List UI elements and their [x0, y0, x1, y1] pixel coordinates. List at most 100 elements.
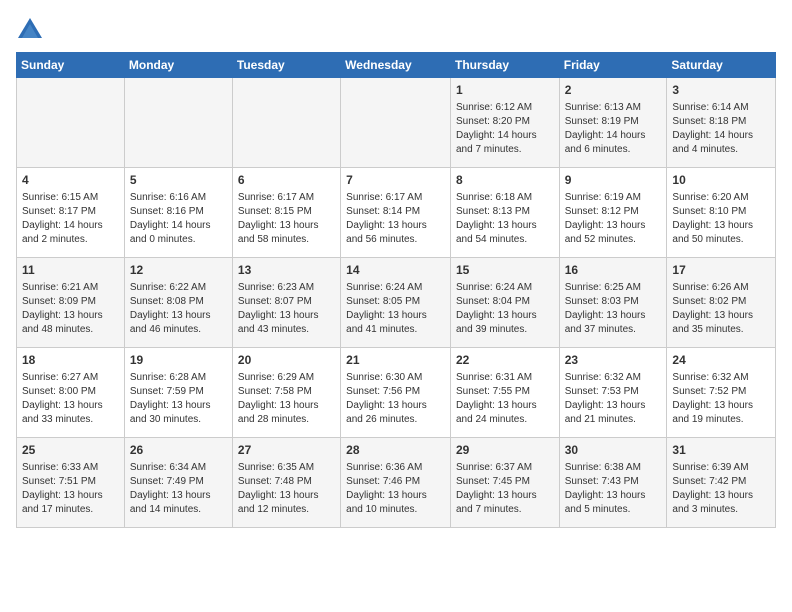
cell-sun-info: Sunrise: 6:35 AM Sunset: 7:48 PM Dayligh…: [238, 461, 335, 517]
cell-sun-info: Sunrise: 6:12 AM Sunset: 8:20 PM Dayligh…: [456, 101, 554, 157]
cell-sun-info: Sunrise: 6:19 AM Sunset: 8:12 PM Dayligh…: [565, 191, 662, 247]
page-header: [16, 16, 776, 44]
day-number: 19: [130, 352, 227, 369]
calendar-cell: 12Sunrise: 6:22 AM Sunset: 8:08 PM Dayli…: [124, 258, 232, 348]
day-number: 10: [672, 172, 770, 189]
calendar-cell: 18 Sunrise: 6:27 AM Sunset: 8:00 PM Dayli…: [17, 348, 125, 438]
calendar-cell: 14 Sunrise: 6:24 AM Sunset: 8:05 PM Dayli…: [341, 258, 451, 348]
day-number: 24: [672, 352, 770, 369]
calendar-week-row: 11Sunrise: 6:21 AM Sunset: 8:09 PM Dayli…: [17, 258, 776, 348]
cell-sun-info: Sunrise: 6:17 AM Sunset: 8:15 PM Dayligh…: [238, 191, 335, 247]
cell-sun-info: Sunrise: 6:33 AM Sunset: 7:51 PM Dayligh…: [22, 461, 119, 517]
cell-sun-info: Sunrise: 6:20 AM Sunset: 8:10 PM Dayligh…: [672, 191, 770, 247]
calendar-cell: 15 Sunrise: 6:24 AM Sunset: 8:04 PM Dayli…: [450, 258, 559, 348]
cell-sun-info: Sunrise: 6:23 AM Sunset: 8:07 PM Dayligh…: [238, 281, 335, 337]
day-number: 4: [22, 172, 119, 189]
cell-sun-info: Sunrise: 6:37 AM Sunset: 7:45 PM Dayligh…: [456, 461, 554, 517]
logo: [16, 16, 48, 44]
calendar-cell: 26Sunrise: 6:34 AM Sunset: 7:49 PM Dayli…: [124, 438, 232, 528]
cell-sun-info: Sunrise: 6:27 AM Sunset: 8:00 PM Dayligh…: [22, 371, 119, 427]
day-number: 5: [130, 172, 227, 189]
day-number: 31: [672, 442, 770, 459]
day-number: 25: [22, 442, 119, 459]
cell-sun-info: Sunrise: 6:32 AM Sunset: 7:53 PM Dayligh…: [565, 371, 662, 427]
cell-sun-info: Sunrise: 6:29 AM Sunset: 7:58 PM Dayligh…: [238, 371, 335, 427]
cell-sun-info: Sunrise: 6:16 AM Sunset: 8:16 PM Dayligh…: [130, 191, 227, 247]
cell-sun-info: Sunrise: 6:28 AM Sunset: 7:59 PM Dayligh…: [130, 371, 227, 427]
calendar-cell: 7Sunrise: 6:17 AM Sunset: 8:14 PM Daylig…: [341, 168, 451, 258]
calendar-cell: 8Sunrise: 6:18 AM Sunset: 8:13 PM Daylig…: [450, 168, 559, 258]
calendar-cell: 10 Sunrise: 6:20 AM Sunset: 8:10 PM Dayli…: [667, 168, 776, 258]
day-number: 18: [22, 352, 119, 369]
day-number: 17: [672, 262, 770, 279]
cell-sun-info: Sunrise: 6:38 AM Sunset: 7:43 PM Dayligh…: [565, 461, 662, 517]
calendar-cell: 20 Sunrise: 6:29 AM Sunset: 7:58 PM Dayli…: [232, 348, 340, 438]
day-number: 28: [346, 442, 445, 459]
cell-sun-info: Sunrise: 6:32 AM Sunset: 7:52 PM Dayligh…: [672, 371, 770, 427]
col-header-thursday: Thursday: [450, 53, 559, 78]
cell-sun-info: Sunrise: 6:26 AM Sunset: 8:02 PM Dayligh…: [672, 281, 770, 337]
day-number: 3: [672, 82, 770, 99]
col-header-friday: Friday: [559, 53, 667, 78]
calendar-cell: [232, 78, 340, 168]
cell-sun-info: Sunrise: 6:24 AM Sunset: 8:05 PM Dayligh…: [346, 281, 445, 337]
calendar-week-row: 18 Sunrise: 6:27 AM Sunset: 8:00 PM Dayli…: [17, 348, 776, 438]
cell-sun-info: Sunrise: 6:25 AM Sunset: 8:03 PM Dayligh…: [565, 281, 662, 337]
calendar-cell: [341, 78, 451, 168]
cell-sun-info: Sunrise: 6:24 AM Sunset: 8:04 PM Dayligh…: [456, 281, 554, 337]
calendar-week-row: 1 Sunrise: 6:12 AM Sunset: 8:20 PM Daylig…: [17, 78, 776, 168]
day-number: 23: [565, 352, 662, 369]
calendar-cell: 19 Sunrise: 6:28 AM Sunset: 7:59 PM Dayli…: [124, 348, 232, 438]
calendar-cell: 2 Sunrise: 6:13 AM Sunset: 8:19 PM Daylig…: [559, 78, 667, 168]
cell-sun-info: Sunrise: 6:30 AM Sunset: 7:56 PM Dayligh…: [346, 371, 445, 427]
col-header-wednesday: Wednesday: [341, 53, 451, 78]
cell-sun-info: Sunrise: 6:34 AM Sunset: 7:49 PM Dayligh…: [130, 461, 227, 517]
day-number: 21: [346, 352, 445, 369]
calendar-cell: 6 Sunrise: 6:17 AM Sunset: 8:15 PM Daylig…: [232, 168, 340, 258]
cell-sun-info: Sunrise: 6:15 AM Sunset: 8:17 PM Dayligh…: [22, 191, 119, 247]
calendar-cell: 27 Sunrise: 6:35 AM Sunset: 7:48 PM Dayli…: [232, 438, 340, 528]
calendar-header-row: SundayMondayTuesdayWednesdayThursdayFrid…: [17, 53, 776, 78]
day-number: 14: [346, 262, 445, 279]
day-number: 7: [346, 172, 445, 189]
logo-icon: [16, 16, 44, 44]
col-header-saturday: Saturday: [667, 53, 776, 78]
col-header-tuesday: Tuesday: [232, 53, 340, 78]
calendar-cell: [17, 78, 125, 168]
cell-sun-info: Sunrise: 6:36 AM Sunset: 7:46 PM Dayligh…: [346, 461, 445, 517]
day-number: 6: [238, 172, 335, 189]
calendar-cell: 28 Sunrise: 6:36 AM Sunset: 7:46 PM Dayli…: [341, 438, 451, 528]
cell-sun-info: Sunrise: 6:31 AM Sunset: 7:55 PM Dayligh…: [456, 371, 554, 427]
calendar-cell: 17 Sunrise: 6:26 AM Sunset: 8:02 PM Dayli…: [667, 258, 776, 348]
col-header-sunday: Sunday: [17, 53, 125, 78]
calendar-cell: 22 Sunrise: 6:31 AM Sunset: 7:55 PM Dayli…: [450, 348, 559, 438]
day-number: 30: [565, 442, 662, 459]
day-number: 9: [565, 172, 662, 189]
calendar-cell: 29Sunrise: 6:37 AM Sunset: 7:45 PM Dayli…: [450, 438, 559, 528]
calendar-cell: 1 Sunrise: 6:12 AM Sunset: 8:20 PM Daylig…: [450, 78, 559, 168]
cell-sun-info: Sunrise: 6:14 AM Sunset: 8:18 PM Dayligh…: [672, 101, 770, 157]
calendar-cell: 24 Sunrise: 6:32 AM Sunset: 7:52 PM Dayli…: [667, 348, 776, 438]
calendar-table: SundayMondayTuesdayWednesdayThursdayFrid…: [16, 52, 776, 528]
day-number: 27: [238, 442, 335, 459]
day-number: 16: [565, 262, 662, 279]
day-number: 15: [456, 262, 554, 279]
calendar-cell: 25 Sunrise: 6:33 AM Sunset: 7:51 PM Dayli…: [17, 438, 125, 528]
calendar-cell: 13 Sunrise: 6:23 AM Sunset: 8:07 PM Dayli…: [232, 258, 340, 348]
day-number: 1: [456, 82, 554, 99]
cell-sun-info: Sunrise: 6:13 AM Sunset: 8:19 PM Dayligh…: [565, 101, 662, 157]
day-number: 13: [238, 262, 335, 279]
calendar-cell: 21 Sunrise: 6:30 AM Sunset: 7:56 PM Dayli…: [341, 348, 451, 438]
calendar-cell: 4 Sunrise: 6:15 AM Sunset: 8:17 PM Daylig…: [17, 168, 125, 258]
cell-sun-info: Sunrise: 6:39 AM Sunset: 7:42 PM Dayligh…: [672, 461, 770, 517]
calendar-cell: 30 Sunrise: 6:38 AM Sunset: 7:43 PM Dayli…: [559, 438, 667, 528]
calendar-cell: 9 Sunrise: 6:19 AM Sunset: 8:12 PM Daylig…: [559, 168, 667, 258]
calendar-cell: 11Sunrise: 6:21 AM Sunset: 8:09 PM Dayli…: [17, 258, 125, 348]
calendar-week-row: 4 Sunrise: 6:15 AM Sunset: 8:17 PM Daylig…: [17, 168, 776, 258]
day-number: 2: [565, 82, 662, 99]
calendar-cell: 31 Sunrise: 6:39 AM Sunset: 7:42 PM Dayli…: [667, 438, 776, 528]
day-number: 8: [456, 172, 554, 189]
day-number: 20: [238, 352, 335, 369]
day-number: 22: [456, 352, 554, 369]
day-number: 12: [130, 262, 227, 279]
